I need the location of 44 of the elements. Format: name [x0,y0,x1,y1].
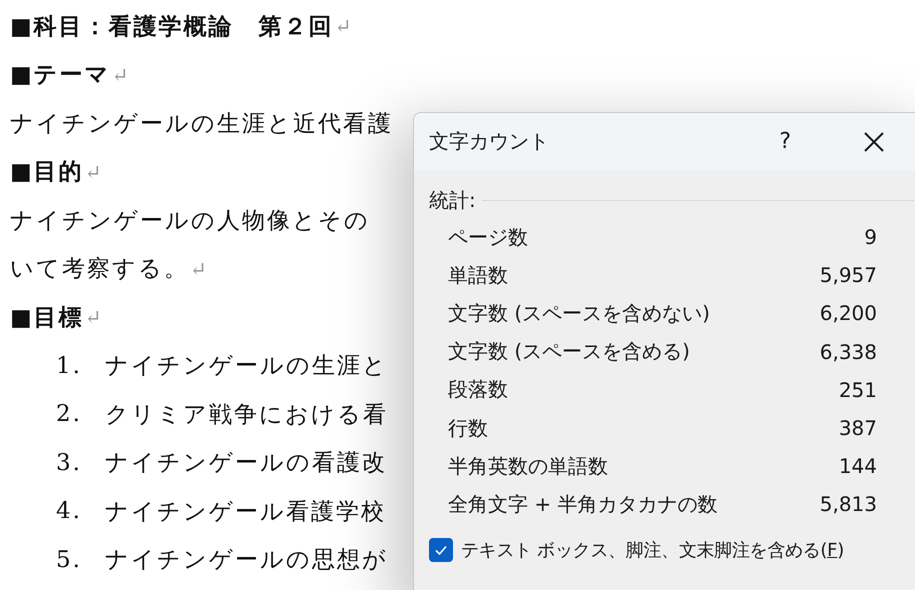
paragraph-mark: ↵ [190,256,209,281]
paragraph-text: いて考察する。 [10,255,189,284]
list-number: 2. [56,401,83,428]
paragraph-text: ■目標 [10,302,84,333]
list-item-text: ナイチンゲールの看護改 [105,449,387,478]
paragraph-mark: ↵ [334,14,354,38]
list-item-text: ナイチンゲールの生涯と [105,352,388,382]
stat-value: 5,813 [820,492,877,516]
list-number: 1. [56,352,83,379]
paragraph-text: ■目的 [10,157,84,188]
list-number: 5. [56,546,83,573]
paragraph-mark: ↵ [84,305,104,330]
stat-label: 文字数 (スペースを含めない) [448,300,710,327]
stat-value: 387 [838,416,877,440]
stat-value: 9 [864,225,877,250]
stat-label: ページ数 [448,224,528,251]
stat-label: 全角文字 + 半角カタカナの数 [448,490,718,518]
paragraph-text: ■テーマ [10,60,111,90]
list-item-text: クリミア戦争における看 [105,400,388,430]
help-button[interactable]: ? [779,129,791,154]
paragraph-text: ナイチンゲールの人物像とその [10,206,370,236]
stat-value: 5,957 [820,263,877,288]
section-label: 統計: [429,186,476,214]
stat-label: 文字数 (スペースを含める) [448,338,690,366]
stat-label: 行数 [448,414,488,442]
stat-value: 144 [838,454,877,478]
dialog-title: 文字カウント [429,128,550,155]
stat-label: 単語数 [448,262,508,289]
stat-label: 段落数 [448,376,508,404]
paragraph-mark: ↵ [112,62,130,87]
stat-value: 251 [838,378,877,402]
stat-label: 半角英数の単語数 [448,452,608,480]
list-item-text: ナイチンゲール看護学校 [105,498,386,527]
checkbox-label[interactable]: テキスト ボックス、脚注、文末脚注を含める(F) [461,538,844,562]
stat-value: 6,200 [820,301,877,326]
paragraph-mark: ↵ [84,160,104,184]
list-number: 4. [56,498,83,524]
stat-value: 6,338 [820,340,877,364]
checkbox[interactable] [429,538,453,562]
list-item-text: ナイチンゲールの思想が [105,546,388,576]
list-number: 3. [56,450,83,476]
paragraph-text: ナイチンゲールの生涯と近代看護 [10,110,393,139]
close-icon [863,130,885,152]
paragraph-text: ■科目：看護学概論 第２回 [10,12,334,42]
